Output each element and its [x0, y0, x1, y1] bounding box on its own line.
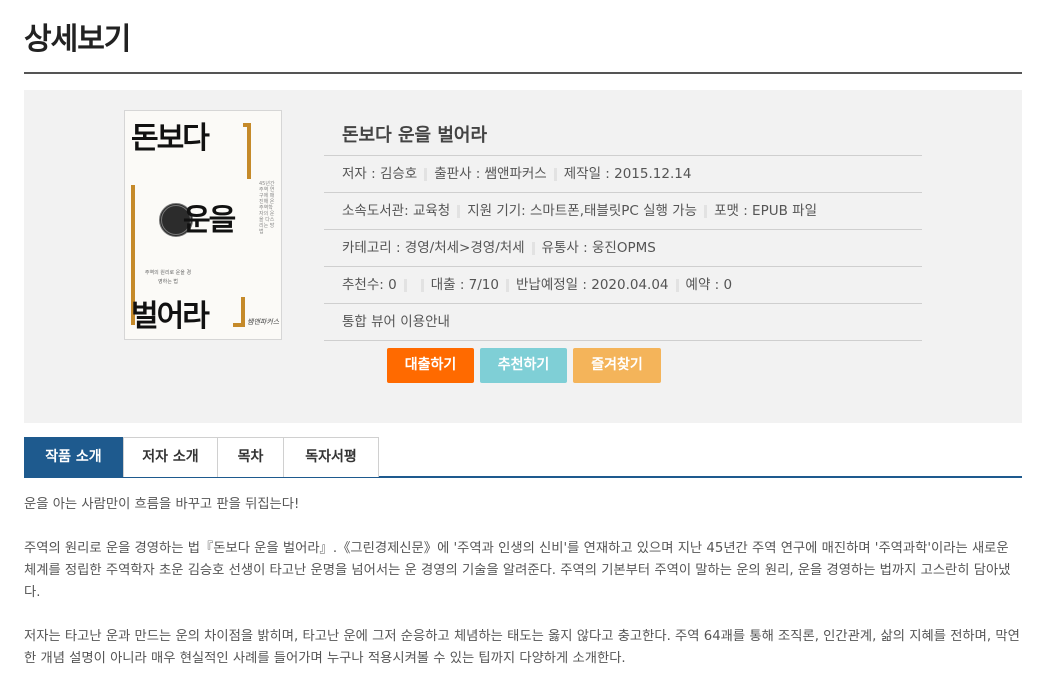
intro-headline: 운을 아는 사람만이 흐름을 바꾸고 판을 뒤집는다! [24, 497, 300, 512]
cover-bracket-decoration [233, 297, 245, 327]
separator [457, 204, 461, 218]
intro-paragraph: 저자는 타고난 운과 만드는 운의 차이점을 밝히며, 타고난 운에 그저 순응… [24, 629, 1020, 666]
return-due-date: 반납예정일 : 2020.04.04 [516, 277, 669, 293]
cover-title-line: 돈보다 [131, 121, 210, 156]
info-row-category: 카테고리 : 경영/처세>경영/처세 유통사 : 웅진OPMS [324, 230, 922, 267]
viewer-guide-link[interactable]: 통합 뷰어 이용안내 [342, 314, 450, 330]
separator [553, 167, 557, 181]
cover-title-line: 운을 [183, 203, 236, 238]
separator [675, 278, 679, 292]
recommend-button[interactable]: 추천하기 [480, 348, 567, 383]
distributor: 유통사 : 웅진OPMS [541, 240, 656, 256]
book-detail-panel: 돈보다 운을 주역의 원리로 운을 경영하는 법 45년간 주역 연구에 매진해… [24, 90, 1022, 423]
separator [403, 278, 407, 292]
cover-vertical-text: 45년간 주역 연구에 매진해 온 주역학자의 운을 다스리는 방법 [259, 181, 275, 235]
separator [531, 241, 535, 255]
author: 저자 : 김승호 [342, 166, 418, 182]
tab-work-intro[interactable]: 작품 소개 [24, 437, 123, 477]
cover-publisher-logo: 쌤앤파커스 [247, 318, 280, 326]
publisher: 출판사 : 쌤앤파커스 [434, 166, 547, 182]
cover-title-line: 벌어라 [131, 299, 210, 334]
intro-paragraph: 주역의 원리로 운을 경영하는 법『돈보다 운을 벌어라』.《그린경제신문》에 … [24, 541, 1011, 600]
book-info: 돈보다 운을 벌어라 저자 : 김승호 출판사 : 쌤앤파커스 제작일 : 2015… [324, 116, 922, 341]
cover-subtitle: 주역의 원리로 운을 경영하는 법 [144, 270, 192, 285]
supported-devices: 지원 기기: 스마트폰,태블릿PC 실행 가능 [467, 203, 698, 219]
format: 포맷 : EPUB 파일 [714, 203, 817, 219]
book-title: 돈보다 운을 벌어라 [324, 116, 922, 156]
recommend-count: 추천수: 0 [342, 277, 397, 293]
detail-tabs: 작품 소개 저자 소개 목차 독자서평 [24, 437, 1022, 478]
info-row-author: 저자 : 김승호 출판사 : 쌤앤파커스 제작일 : 2015.12.14 [324, 156, 922, 193]
info-row-viewer: 통합 뷰어 이용안내 [324, 304, 922, 341]
separator [424, 167, 428, 181]
cover-bracket-decoration [243, 123, 251, 179]
page-title: 상세보기 [24, 22, 131, 57]
favorite-button[interactable]: 즐겨찾기 [573, 348, 661, 383]
separator [704, 204, 708, 218]
tab-content: 운을 아는 사람만이 흐름을 바꾸고 판을 뒤집는다! 주역의 원리로 운을 경… [24, 494, 1022, 670]
separator [420, 278, 424, 292]
title-divider [24, 72, 1022, 74]
category: 카테고리 : 경영/처세>경영/처세 [342, 240, 525, 256]
tab-contents[interactable]: 목차 [217, 437, 284, 477]
loan-button[interactable]: 대출하기 [387, 348, 474, 383]
made-date: 제작일 : 2015.12.14 [563, 166, 692, 182]
info-row-library: 소속도서관: 교육청 지원 기기: 스마트폰,태블릿PC 실행 가능 포맷 : EP… [324, 193, 922, 230]
separator [506, 278, 509, 292]
library: 소속도서관: 교육청 [342, 203, 451, 219]
book-cover-image[interactable]: 돈보다 운을 주역의 원리로 운을 경영하는 법 45년간 주역 연구에 매진해… [124, 110, 282, 340]
reserve-count: 예약 : 0 [685, 277, 733, 293]
tab-reader-reviews[interactable]: 독자서평 [283, 437, 379, 477]
tab-author-intro[interactable]: 저자 소개 [123, 437, 218, 477]
loan-count: 대출 : 7/10 [430, 277, 499, 293]
info-row-stats: 추천수: 0 대출 : 7/10 반납예정일 : 2020.04.04 예약 : 0 [324, 267, 922, 304]
